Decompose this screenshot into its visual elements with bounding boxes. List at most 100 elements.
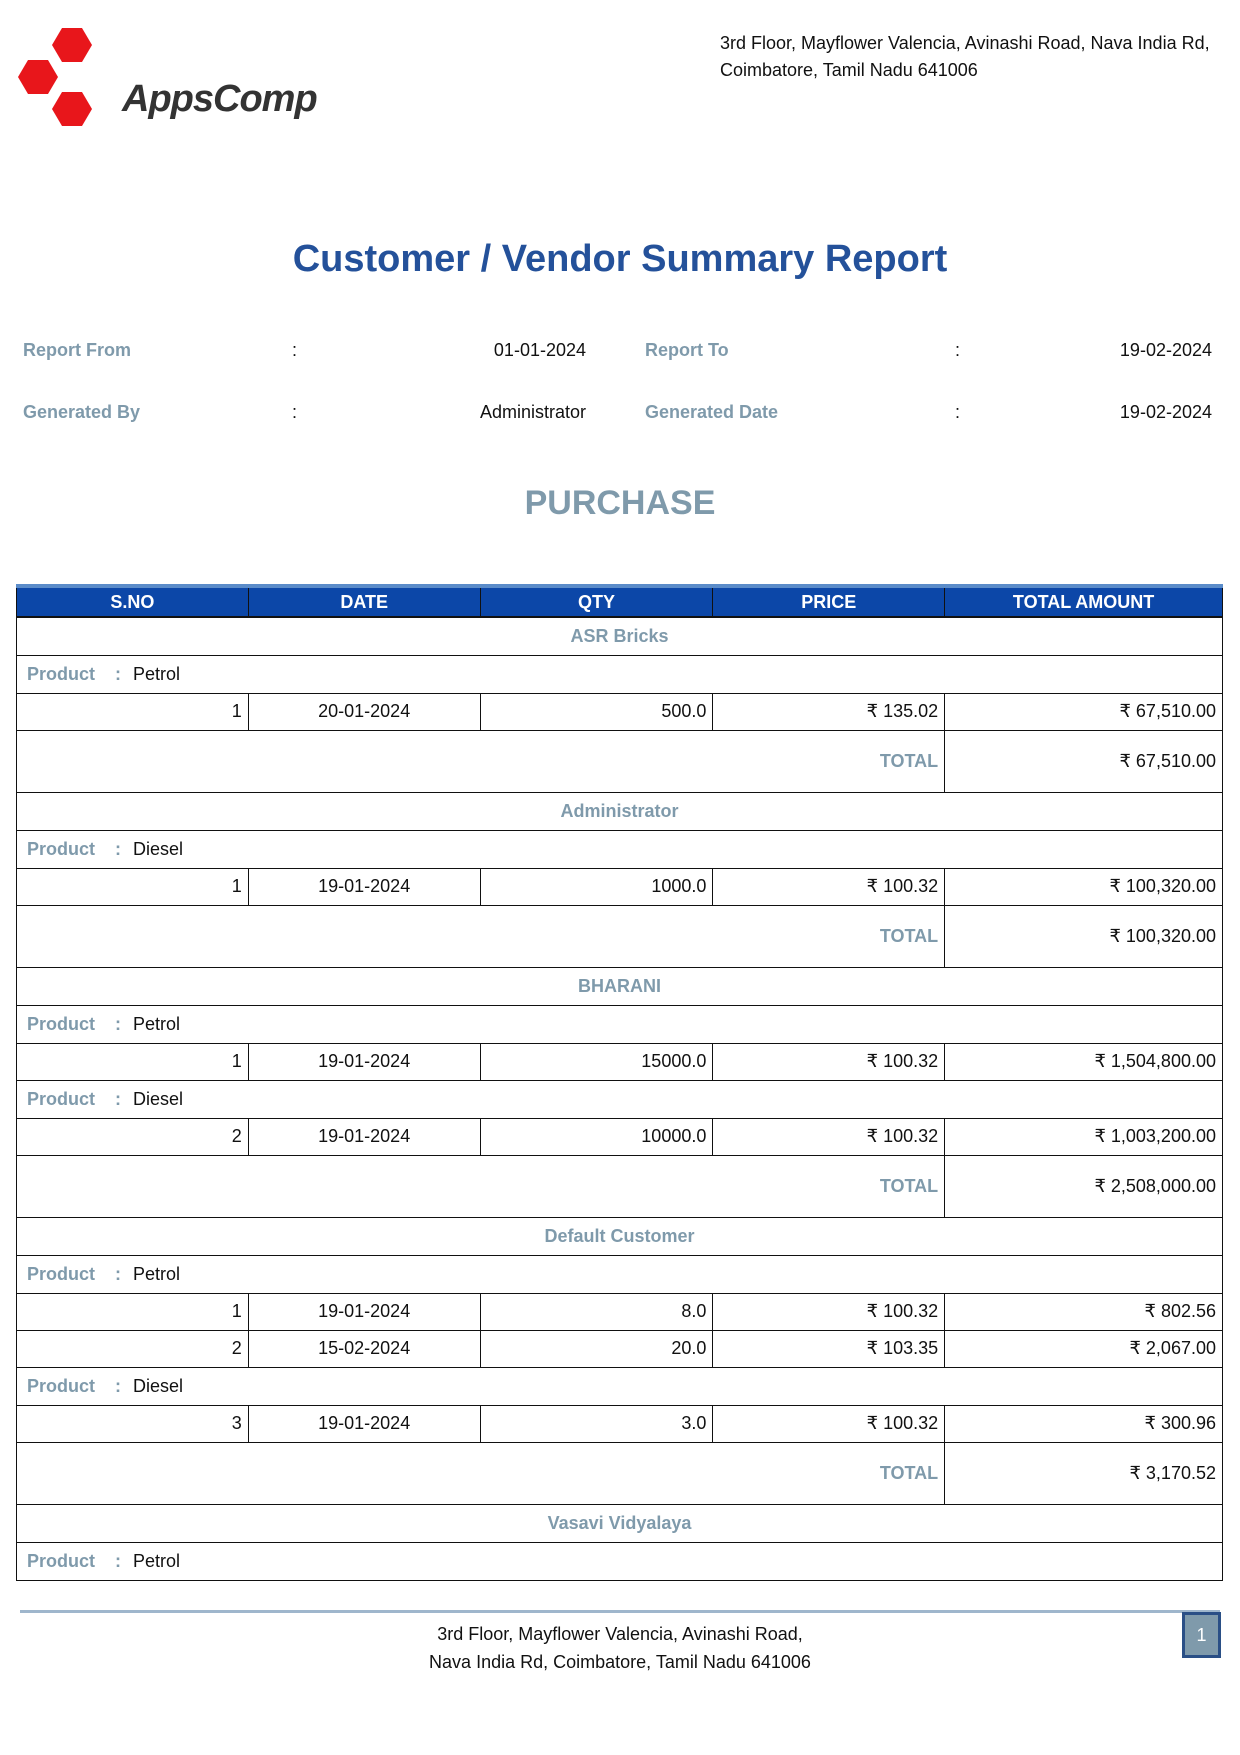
product-row: Product: Petrol: [16, 1254, 1223, 1294]
report-from-value: 01-01-2024: [493, 340, 586, 360]
product-row: Product: Diesel: [16, 1079, 1223, 1119]
cell-price: ₹ 103.35: [712, 1329, 946, 1368]
cell-date: 20-01-2024: [247, 692, 481, 731]
product-colon: :: [115, 1263, 121, 1284]
party-row: Default Customer: [16, 1216, 1223, 1256]
total-row: TOTAL ₹ 3,170.52: [15, 1441, 1223, 1505]
product-cell: Product: Diesel: [16, 829, 1223, 869]
cell-date: 15-02-2024: [247, 1329, 481, 1368]
report-title: Customer / Vendor Summary Report: [292, 238, 948, 280]
cell-date: 19-01-2024: [247, 1292, 481, 1331]
cell-sno: 3: [16, 1404, 249, 1443]
total-row: TOTAL ₹ 2,508,000.00: [15, 1154, 1223, 1218]
product-name: Petrol: [133, 1550, 181, 1571]
cell-qty: 10000.0: [479, 1117, 714, 1156]
cell-sno: 2: [16, 1117, 249, 1156]
product-colon: :: [115, 1013, 121, 1034]
generated-date-colon: :: [955, 402, 961, 422]
party-row: Vasavi Vidyalaya: [16, 1503, 1223, 1543]
product-cell: Product: Petrol: [16, 1541, 1223, 1581]
cell-price: ₹ 100.32: [712, 867, 946, 906]
cell-price: ₹ 100.32: [712, 1292, 946, 1331]
cell-qty: 1000.0: [479, 867, 714, 906]
report-from-label: Report From: [23, 340, 131, 360]
product-label: Product: [27, 838, 96, 859]
report-from-colon: :: [292, 340, 298, 360]
cell-date: 19-01-2024: [247, 1117, 481, 1156]
table-body: ASR Bricks Product: Petrol 1 20-01-2024 500.0…: [15, 616, 1223, 1581]
table-row: 2 19-01-2024 10000.0 ₹ 100.32 ₹ 1,003,200.00: [16, 1117, 1223, 1156]
table-row: 1 20-01-2024 500.0 ₹ 135.02 ₹ 67,510.00: [16, 692, 1223, 731]
product-colon: :: [115, 1088, 121, 1109]
cell-sno: 1: [16, 692, 249, 731]
table-row: 1 19-01-2024 1000.0 ₹ 100.32 ₹ 100,320.00: [16, 867, 1223, 906]
header-address-line1: 3rd Floor, Mayflower Valencia, Avinashi …: [720, 33, 1210, 53]
footer-divider: [20, 1610, 1220, 1613]
product-name: Diesel: [133, 1375, 184, 1396]
cell-price: ₹ 100.32: [712, 1404, 946, 1443]
cell-sno: 1: [16, 1042, 249, 1081]
total-value: ₹ 67,510.00: [944, 729, 1223, 793]
party-row: BHARANI: [16, 966, 1223, 1006]
cell-qty: 3.0: [479, 1404, 714, 1443]
column-header-price: PRICE: [712, 584, 946, 618]
party-name: Administrator: [16, 791, 1223, 831]
total-label: TOTAL: [712, 729, 946, 793]
report-to-value: 19-02-2024: [1119, 340, 1212, 360]
cell-total-amount: ₹ 1,504,800.00: [944, 1042, 1223, 1081]
section-title: PURCHASE: [524, 484, 716, 522]
cell-price: ₹ 100.32: [712, 1117, 946, 1156]
cell-total-amount: ₹ 100,320.00: [944, 867, 1223, 906]
logo-hexagons-icon: [18, 28, 92, 126]
footer-address-line2: Nava India Rd, Coimbatore, Tamil Nadu 64…: [429, 1652, 811, 1672]
page-number: 1: [1182, 1612, 1221, 1658]
product-row: Product: Petrol: [16, 654, 1223, 694]
cell-date: 19-01-2024: [247, 1042, 481, 1081]
product-colon: :: [115, 1375, 121, 1396]
cell-qty: 8.0: [479, 1292, 714, 1331]
cell-total-amount: ₹ 67,510.00: [944, 692, 1223, 731]
product-row: Product: Diesel: [16, 1366, 1223, 1406]
company-name: AppsComp: [122, 78, 318, 120]
total-label: TOTAL: [712, 1441, 946, 1505]
party-row: ASR Bricks: [16, 616, 1223, 656]
table-row: 2 15-02-2024 20.0 ₹ 103.35 ₹ 2,067.00: [16, 1329, 1223, 1368]
cell-sno: 1: [16, 867, 249, 906]
party-name: Vasavi Vidyalaya: [16, 1503, 1223, 1543]
cell-sno: 1: [16, 1292, 249, 1331]
cell-sno: 2: [16, 1329, 249, 1368]
column-header-qty: QTY: [479, 584, 714, 618]
cell-date: 19-01-2024: [247, 867, 481, 906]
column-header-sno: S.NO: [16, 584, 249, 618]
header-address: 3rd Floor, Mayflower Valencia, Avinashi …: [720, 30, 1210, 84]
product-name: Petrol: [133, 1013, 181, 1034]
cell-total-amount: ₹ 300.96: [944, 1404, 1223, 1443]
total-row: TOTAL ₹ 67,510.00: [15, 729, 1223, 793]
company-logo: AppsComp: [14, 26, 318, 138]
total-value: ₹ 100,320.00: [944, 904, 1223, 968]
product-label: Product: [27, 1263, 96, 1284]
cell-date: 19-01-2024: [247, 1404, 481, 1443]
total-spacer: [15, 1441, 713, 1505]
footer-address-line1: 3rd Floor, Mayflower Valencia, Avinashi …: [437, 1624, 803, 1644]
total-spacer: [15, 1154, 713, 1218]
product-colon: :: [115, 663, 121, 684]
cell-qty: 15000.0: [479, 1042, 714, 1081]
report-to-colon: :: [955, 340, 961, 360]
product-label: Product: [27, 1088, 96, 1109]
product-name: Petrol: [133, 1263, 181, 1284]
product-cell: Product: Diesel: [16, 1079, 1223, 1119]
party-name: ASR Bricks: [16, 616, 1223, 656]
report-to-label: Report To: [645, 340, 729, 360]
total-spacer: [15, 904, 713, 968]
generated-by-value: Administrator: [479, 402, 586, 422]
column-header-date: DATE: [247, 584, 481, 618]
total-label: TOTAL: [712, 1154, 946, 1218]
product-colon: :: [115, 838, 121, 859]
generated-by-colon: :: [292, 402, 298, 422]
cell-qty: 500.0: [479, 692, 714, 731]
product-name: Diesel: [133, 1088, 184, 1109]
generated-date-value: 19-02-2024: [1119, 402, 1212, 422]
product-label: Product: [27, 1013, 96, 1034]
header-address-line2: Coimbatore, Tamil Nadu 641006: [720, 60, 978, 80]
